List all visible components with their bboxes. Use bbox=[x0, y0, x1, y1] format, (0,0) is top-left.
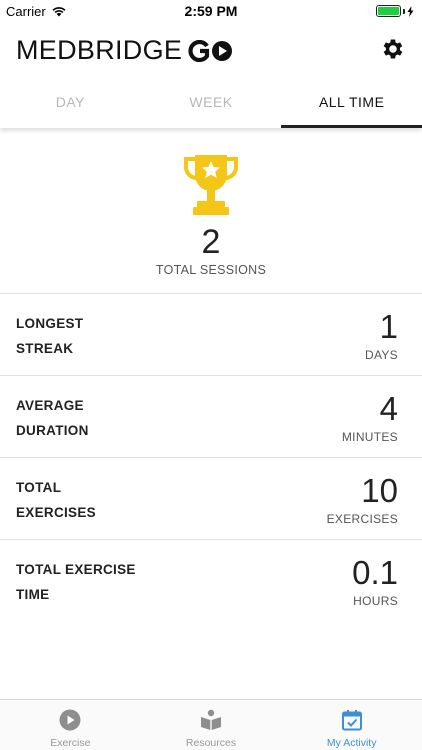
book-reader-icon bbox=[201, 709, 221, 730]
stat-unit: DAYS bbox=[365, 348, 398, 362]
stat-label: AVERAGE DURATION bbox=[16, 393, 166, 443]
gear-icon[interactable] bbox=[380, 36, 406, 62]
time-range-tabs: DAY WEEK ALL TIME bbox=[0, 78, 422, 128]
battery-fill bbox=[378, 7, 399, 15]
logo-go bbox=[188, 39, 234, 62]
logo-text: MEDBRIDGE bbox=[16, 35, 183, 65]
stat-label-line2: TIME bbox=[16, 587, 50, 602]
stat-row-longest-streak: LONGEST STREAK 1 DAYS bbox=[0, 294, 422, 376]
stat-label-line1: LONGEST bbox=[16, 316, 84, 331]
stat-label: TOTAL EXERCISES bbox=[16, 475, 166, 525]
trophy-icon bbox=[184, 155, 238, 215]
stat-label: TOTAL EXERCISE TIME bbox=[16, 557, 166, 607]
stat-value: 10 bbox=[361, 472, 398, 509]
tab-day[interactable]: DAY bbox=[0, 78, 141, 128]
nav-label: Resources bbox=[185, 737, 237, 749]
stat-label-line1: TOTAL EXERCISE bbox=[16, 562, 136, 577]
stat-unit: MINUTES bbox=[341, 430, 398, 444]
battery-indicator bbox=[376, 5, 414, 17]
play-circle-icon bbox=[59, 709, 81, 731]
stat-row-average-duration: AVERAGE DURATION 4 MINUTES bbox=[0, 376, 422, 458]
total-sessions-label: TOTAL SESSIONS bbox=[155, 263, 267, 277]
logo-go-mark bbox=[188, 39, 233, 62]
stat-value: 1 bbox=[379, 308, 398, 345]
stat-label-line2: STREAK bbox=[16, 341, 74, 356]
stat-label-line2: DURATION bbox=[16, 423, 89, 438]
nav-item-exercise[interactable]: Exercise bbox=[0, 700, 141, 750]
nav-label: My Activity bbox=[326, 737, 377, 749]
stat-unit: HOURS bbox=[353, 594, 398, 608]
stat-unit: EXERCISES bbox=[326, 512, 398, 526]
battery-icon bbox=[376, 5, 401, 17]
total-sessions-value: 2 bbox=[201, 223, 221, 261]
tab-week[interactable]: WEEK bbox=[141, 78, 282, 128]
stat-label-line2: EXERCISES bbox=[16, 505, 96, 520]
stat-label-line1: AVERAGE bbox=[16, 398, 84, 413]
stat-label-line1: TOTAL bbox=[16, 480, 62, 495]
total-sessions-summary: 2 TOTAL SESSIONS bbox=[0, 128, 422, 294]
charging-bolt-icon bbox=[407, 5, 414, 17]
bottom-nav: Exercise Resources My Activity bbox=[0, 699, 422, 750]
app-header: MEDBRIDGE bbox=[0, 22, 422, 78]
nav-label: Exercise bbox=[50, 737, 91, 749]
nav-item-my-activity[interactable]: My Activity bbox=[281, 700, 422, 750]
nav-item-resources[interactable]: Resources bbox=[141, 700, 282, 750]
stat-value: 4 bbox=[379, 390, 398, 427]
stat-row-total-exercise-time: TOTAL EXERCISE TIME 0.1 HOURS bbox=[0, 540, 422, 622]
tab-all-time[interactable]: ALL TIME bbox=[281, 78, 422, 128]
stat-value: 0.1 bbox=[352, 554, 398, 591]
status-time: 2:59 PM bbox=[184, 3, 238, 19]
stat-row-total-exercises: TOTAL EXERCISES 10 EXERCISES bbox=[0, 458, 422, 540]
medbridge-go-logo: MEDBRIDGE bbox=[16, 35, 234, 66]
calendar-check-icon bbox=[341, 710, 362, 731]
stat-label: LONGEST STREAK bbox=[16, 311, 166, 361]
status-bar: Carrier 2:59 PM bbox=[0, 0, 422, 22]
